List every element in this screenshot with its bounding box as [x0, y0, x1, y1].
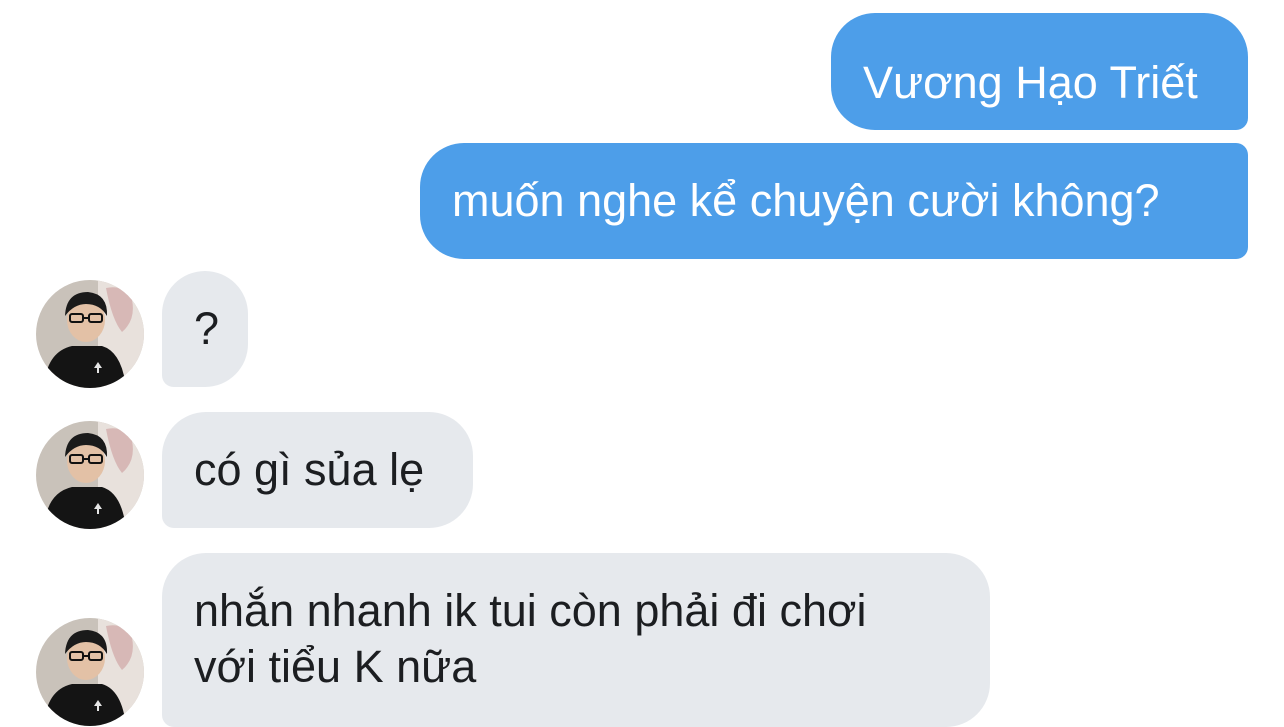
message-text: có gì sủa lẹ — [194, 444, 425, 495]
incoming-message-bubble[interactable]: có gì sủa lẹ — [162, 412, 473, 528]
contact-avatar[interactable] — [36, 421, 144, 529]
message-text-line: nhắn nhanh ik tui còn phải đi chơi — [194, 585, 867, 636]
incoming-message-bubble[interactable]: nhắn nhanh ik tui còn phải đi chơi với t… — [162, 553, 990, 727]
avatar-photo-icon — [36, 280, 144, 388]
outgoing-message-bubble[interactable]: Vương Hạo Triết — [831, 13, 1248, 130]
message-text: ? — [194, 303, 220, 354]
avatar-photo-icon — [36, 618, 144, 726]
contact-avatar[interactable] — [36, 618, 144, 726]
message-text-line: với tiểu K nữa — [194, 641, 477, 692]
message-text: muốn nghe kể chuyện cười không? — [452, 175, 1160, 226]
incoming-message-bubble[interactable]: ? — [162, 271, 248, 387]
message-text: Vương Hạo Triết — [863, 57, 1198, 108]
contact-avatar[interactable] — [36, 280, 144, 388]
outgoing-message-bubble[interactable]: muốn nghe kể chuyện cười không? — [420, 143, 1248, 259]
avatar-photo-icon — [36, 421, 144, 529]
